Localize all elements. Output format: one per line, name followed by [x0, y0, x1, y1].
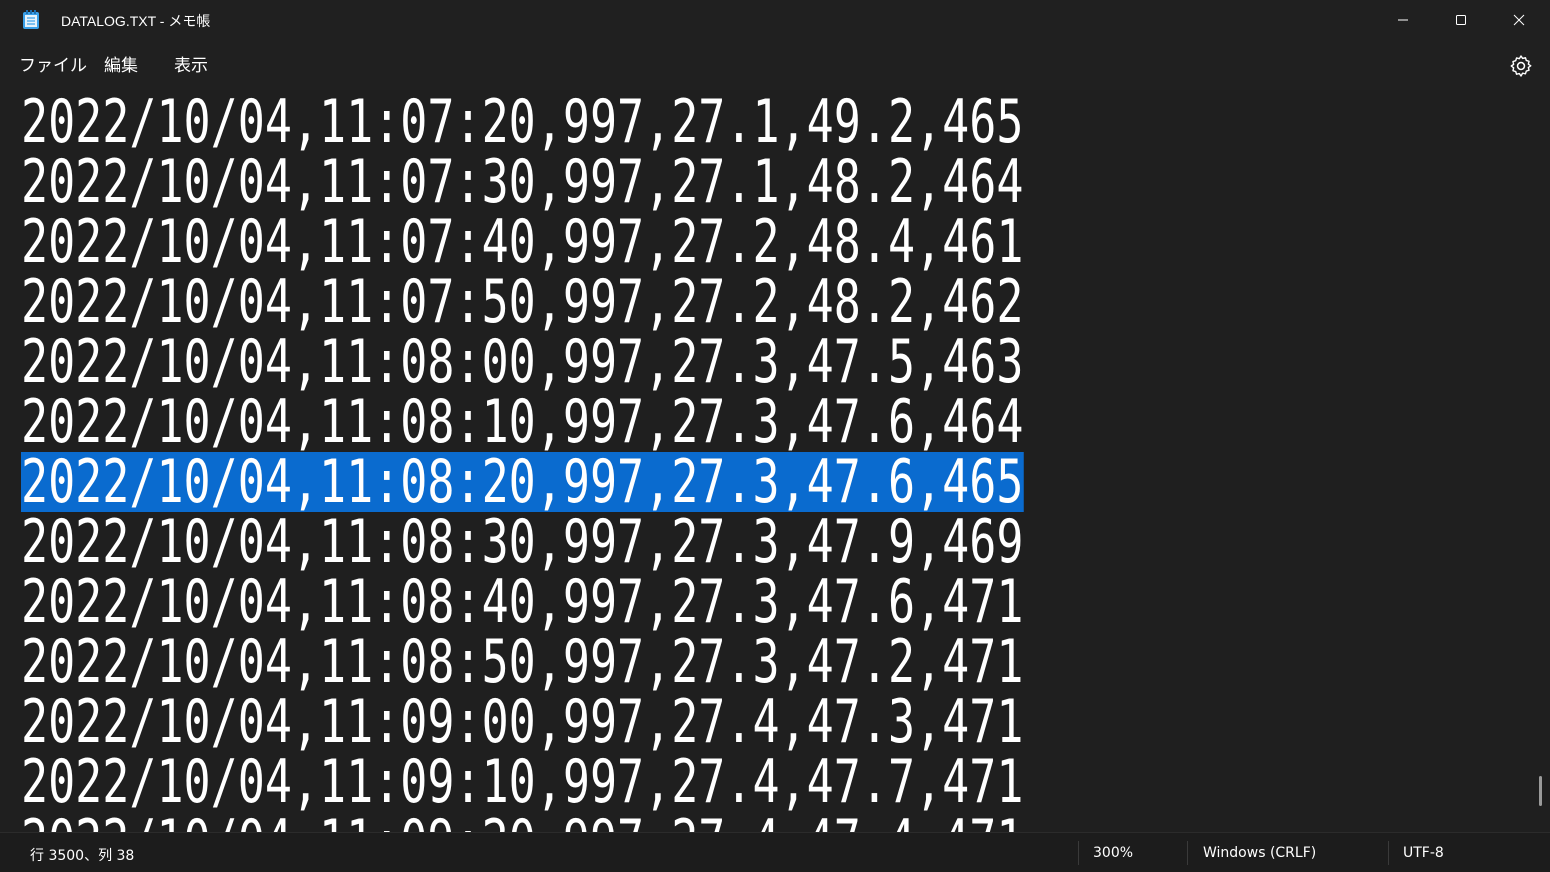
text-line: 2022/10/04,11:08:00,997,27.3,47.5,463 — [21, 327, 1024, 397]
text-line: 2022/10/04,11:07:30,997,27.1,48.2,464 — [21, 147, 1024, 217]
text-line: 2022/10/04,11:07:50,997,27.2,48.2,462 — [21, 267, 1024, 337]
text-line: 2022/10/04,11:08:10,997,27.3,47.6,464 — [21, 387, 1024, 457]
text-line: 2022/10/04,11:09:10,997,27.4,47.7,471 — [21, 747, 1024, 817]
menu-view[interactable]: 表示 — [174, 53, 208, 79]
close-icon — [1513, 14, 1525, 26]
minimize-icon — [1398, 19, 1408, 21]
window-title: DATALOG.TXT - メモ帳 — [61, 13, 211, 29]
menu-file[interactable]: ファイル — [19, 53, 87, 79]
editor-lines: 2022/10/04,11:07:20,997,27.1,49.2,465 20… — [0, 90, 1550, 832]
text-line: 2022/10/04,11:08:40,997,27.3,47.6,471 — [21, 567, 1024, 637]
gear-icon[interactable] — [1508, 53, 1534, 79]
text-line: 2022/10/04,11:07:40,997,27.2,48.4,461 — [21, 207, 1024, 277]
status-bar: 行 3500、列 38 300% Windows (CRLF) UTF-8 — [0, 832, 1550, 872]
minimize-button[interactable] — [1374, 0, 1432, 40]
vertical-scrollbar-thumb[interactable] — [1539, 776, 1542, 806]
notepad-icon — [23, 10, 39, 29]
menu-edit[interactable]: 編集 — [104, 53, 138, 79]
status-separator — [1187, 841, 1188, 865]
encoding[interactable]: UTF-8 — [1403, 845, 1444, 861]
maximize-icon — [1456, 15, 1466, 25]
text-line: 2022/10/04,11:07:20,997,27.1,49.2,465 — [21, 90, 1024, 157]
zoom-level[interactable]: 300% — [1093, 845, 1133, 861]
cursor-position: 行 3500、列 38 — [30, 848, 135, 864]
text-editor[interactable]: 2022/10/04,11:07:20,997,27.1,49.2,465 20… — [0, 90, 1550, 832]
maximize-button[interactable] — [1432, 0, 1490, 40]
text-line: 2022/10/04,11:08:50,997,27.3,47.2,471 — [21, 627, 1024, 697]
line-ending[interactable]: Windows (CRLF) — [1203, 845, 1316, 861]
menu-bar: ファイル 編集 表示 — [0, 40, 1550, 90]
title-bar: DATALOG.TXT - メモ帳 — [0, 0, 1550, 40]
text-line: 2022/10/04,11:09:20,997,27.4,47.4,471 — [21, 812, 1023, 832]
close-button[interactable] — [1490, 0, 1548, 40]
status-separator — [1078, 841, 1079, 865]
status-separator — [1388, 841, 1389, 865]
selected-text-line: 2022/10/04,11:08:20,997,27.3,47.6,465 — [21, 447, 1024, 517]
text-line: 2022/10/04,11:09:00,997,27.4,47.3,471 — [21, 687, 1024, 757]
text-line: 2022/10/04,11:08:30,997,27.3,47.9,469 — [21, 507, 1024, 577]
